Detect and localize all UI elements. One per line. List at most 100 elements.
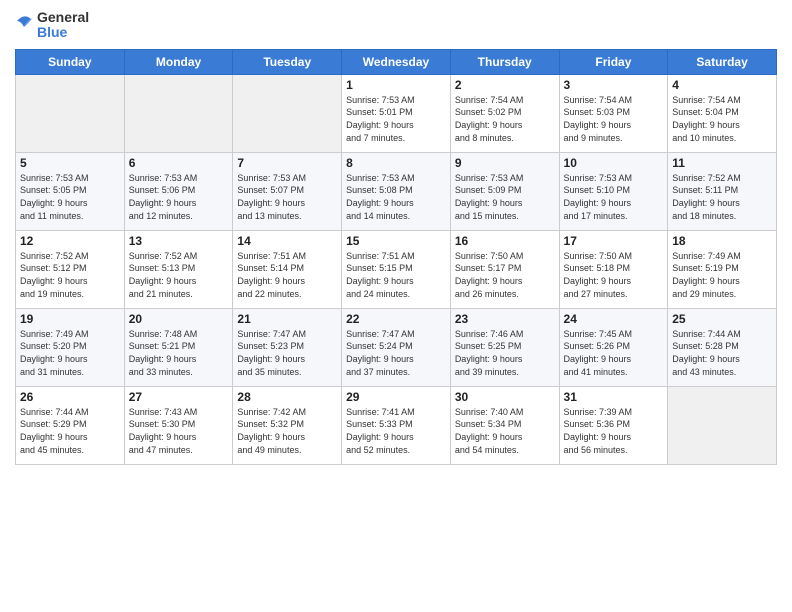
day-detail: Sunrise: 7:54 AM Sunset: 5:02 PM Dayligh…: [455, 94, 555, 144]
calendar-week-2: 5 Sunrise: 7:53 AM Sunset: 5:05 PM Daylig…: [16, 152, 777, 230]
day-number: 22: [346, 312, 446, 326]
day-number: 13: [129, 234, 229, 248]
calendar-header: SundayMondayTuesdayWednesdayThursdayFrid…: [16, 49, 777, 74]
weekday-header-tuesday: Tuesday: [233, 49, 342, 74]
calendar-day: 17 Sunrise: 7:50 AM Sunset: 5:18 PM Dayli…: [559, 230, 668, 308]
day-detail: Sunrise: 7:52 AM Sunset: 5:12 PM Dayligh…: [20, 250, 120, 300]
day-detail: Sunrise: 7:53 AM Sunset: 5:05 PM Dayligh…: [20, 172, 120, 222]
day-number: 4: [672, 78, 772, 92]
day-detail: Sunrise: 7:54 AM Sunset: 5:04 PM Dayligh…: [672, 94, 772, 144]
weekday-header-saturday: Saturday: [668, 49, 777, 74]
calendar-day: 10Sunrise: 7:53 AM Sunset: 5:10 PM Dayli…: [559, 152, 668, 230]
calendar-day: 27 Sunrise: 7:43 AM Sunset: 5:30 PM Dayli…: [124, 386, 233, 464]
day-detail: Sunrise: 7:44 AM Sunset: 5:29 PM Dayligh…: [20, 406, 120, 456]
day-number: 18: [672, 234, 772, 248]
day-number: 3: [564, 78, 664, 92]
calendar-day: 14 Sunrise: 7:51 AM Sunset: 5:14 PM Dayli…: [233, 230, 342, 308]
day-number: 26: [20, 390, 120, 404]
weekday-header-wednesday: Wednesday: [342, 49, 451, 74]
day-number: 17: [564, 234, 664, 248]
day-number: 19: [20, 312, 120, 326]
day-number: 15: [346, 234, 446, 248]
day-number: 16: [455, 234, 555, 248]
calendar-day: [16, 74, 125, 152]
calendar-day: [668, 386, 777, 464]
day-number: 29: [346, 390, 446, 404]
calendar-day: 19 Sunrise: 7:49 AM Sunset: 5:20 PM Dayli…: [16, 308, 125, 386]
day-detail: Sunrise: 7:47 AM Sunset: 5:23 PM Dayligh…: [237, 328, 337, 378]
day-detail: Sunrise: 7:50 AM Sunset: 5:18 PM Dayligh…: [564, 250, 664, 300]
logo-blue-text: Blue: [37, 25, 89, 40]
day-detail: Sunrise: 7:49 AM Sunset: 5:19 PM Dayligh…: [672, 250, 772, 300]
day-number: 20: [129, 312, 229, 326]
calendar-week-1: 1 Sunrise: 7:53 AM Sunset: 5:01 PM Daylig…: [16, 74, 777, 152]
day-number: 21: [237, 312, 337, 326]
day-number: 2: [455, 78, 555, 92]
calendar-day: 13Sunrise: 7:52 AM Sunset: 5:13 PM Dayli…: [124, 230, 233, 308]
weekday-header-sunday: Sunday: [16, 49, 125, 74]
day-number: 8: [346, 156, 446, 170]
calendar-day: 22 Sunrise: 7:47 AM Sunset: 5:24 PM Dayli…: [342, 308, 451, 386]
day-detail: Sunrise: 7:41 AM Sunset: 5:33 PM Dayligh…: [346, 406, 446, 456]
calendar-day: 30Sunrise: 7:40 AM Sunset: 5:34 PM Dayli…: [450, 386, 559, 464]
calendar-day: 21 Sunrise: 7:47 AM Sunset: 5:23 PM Dayli…: [233, 308, 342, 386]
day-detail: Sunrise: 7:53 AM Sunset: 5:06 PM Dayligh…: [129, 172, 229, 222]
calendar-day: 23 Sunrise: 7:46 AM Sunset: 5:25 PM Dayli…: [450, 308, 559, 386]
calendar-day: 4 Sunrise: 7:54 AM Sunset: 5:04 PM Daylig…: [668, 74, 777, 152]
day-detail: Sunrise: 7:53 AM Sunset: 5:10 PM Dayligh…: [564, 172, 664, 222]
weekday-header-monday: Monday: [124, 49, 233, 74]
day-number: 23: [455, 312, 555, 326]
day-number: 24: [564, 312, 664, 326]
calendar-day: 9 Sunrise: 7:53 AM Sunset: 5:09 PM Daylig…: [450, 152, 559, 230]
calendar-day: [233, 74, 342, 152]
day-number: 14: [237, 234, 337, 248]
day-number: 11: [672, 156, 772, 170]
day-detail: Sunrise: 7:53 AM Sunset: 5:08 PM Dayligh…: [346, 172, 446, 222]
day-number: 27: [129, 390, 229, 404]
calendar-day: 15 Sunrise: 7:51 AM Sunset: 5:15 PM Dayli…: [342, 230, 451, 308]
day-detail: Sunrise: 7:46 AM Sunset: 5:25 PM Dayligh…: [455, 328, 555, 378]
logo-general-text: General: [37, 10, 89, 25]
day-detail: Sunrise: 7:53 AM Sunset: 5:09 PM Dayligh…: [455, 172, 555, 222]
day-detail: Sunrise: 7:50 AM Sunset: 5:17 PM Dayligh…: [455, 250, 555, 300]
day-number: 12: [20, 234, 120, 248]
day-detail: Sunrise: 7:49 AM Sunset: 5:20 PM Dayligh…: [20, 328, 120, 378]
calendar-day: 20 Sunrise: 7:48 AM Sunset: 5:21 PM Dayli…: [124, 308, 233, 386]
calendar-week-5: 26 Sunrise: 7:44 AM Sunset: 5:29 PM Dayli…: [16, 386, 777, 464]
page-container: General Blue SundayMondayTuesdayWednesda…: [0, 0, 792, 470]
calendar-week-3: 12 Sunrise: 7:52 AM Sunset: 5:12 PM Dayli…: [16, 230, 777, 308]
calendar-day: 29 Sunrise: 7:41 AM Sunset: 5:33 PM Dayli…: [342, 386, 451, 464]
day-detail: Sunrise: 7:51 AM Sunset: 5:14 PM Dayligh…: [237, 250, 337, 300]
calendar-day: 5 Sunrise: 7:53 AM Sunset: 5:05 PM Daylig…: [16, 152, 125, 230]
calendar-day: 26 Sunrise: 7:44 AM Sunset: 5:29 PM Dayli…: [16, 386, 125, 464]
day-number: 7: [237, 156, 337, 170]
day-detail: Sunrise: 7:47 AM Sunset: 5:24 PM Dayligh…: [346, 328, 446, 378]
day-number: 31: [564, 390, 664, 404]
calendar-day: 3Sunrise: 7:54 AM Sunset: 5:03 PM Daylig…: [559, 74, 668, 152]
day-detail: Sunrise: 7:45 AM Sunset: 5:26 PM Dayligh…: [564, 328, 664, 378]
weekday-header-thursday: Thursday: [450, 49, 559, 74]
day-detail: Sunrise: 7:53 AM Sunset: 5:01 PM Dayligh…: [346, 94, 446, 144]
day-detail: Sunrise: 7:42 AM Sunset: 5:32 PM Dayligh…: [237, 406, 337, 456]
weekday-header-friday: Friday: [559, 49, 668, 74]
day-detail: Sunrise: 7:51 AM Sunset: 5:15 PM Dayligh…: [346, 250, 446, 300]
calendar-day: 28 Sunrise: 7:42 AM Sunset: 5:32 PM Dayli…: [233, 386, 342, 464]
day-number: 30: [455, 390, 555, 404]
calendar-day: 12 Sunrise: 7:52 AM Sunset: 5:12 PM Dayli…: [16, 230, 125, 308]
calendar-day: 16 Sunrise: 7:50 AM Sunset: 5:17 PM Dayli…: [450, 230, 559, 308]
calendar-day: 31Sunrise: 7:39 AM Sunset: 5:36 PM Dayli…: [559, 386, 668, 464]
day-number: 6: [129, 156, 229, 170]
calendar-day: 11 Sunrise: 7:52 AM Sunset: 5:11 PM Dayli…: [668, 152, 777, 230]
day-number: 9: [455, 156, 555, 170]
weekday-header-row: SundayMondayTuesdayWednesdayThursdayFrid…: [16, 49, 777, 74]
day-detail: Sunrise: 7:52 AM Sunset: 5:11 PM Dayligh…: [672, 172, 772, 222]
day-number: 28: [237, 390, 337, 404]
calendar-day: 6 Sunrise: 7:53 AM Sunset: 5:06 PM Daylig…: [124, 152, 233, 230]
logo: General Blue: [15, 10, 89, 41]
day-detail: Sunrise: 7:43 AM Sunset: 5:30 PM Dayligh…: [129, 406, 229, 456]
day-number: 1: [346, 78, 446, 92]
day-detail: Sunrise: 7:48 AM Sunset: 5:21 PM Dayligh…: [129, 328, 229, 378]
calendar-day: 1 Sunrise: 7:53 AM Sunset: 5:01 PM Daylig…: [342, 74, 451, 152]
calendar-day: 25Sunrise: 7:44 AM Sunset: 5:28 PM Dayli…: [668, 308, 777, 386]
day-number: 5: [20, 156, 120, 170]
